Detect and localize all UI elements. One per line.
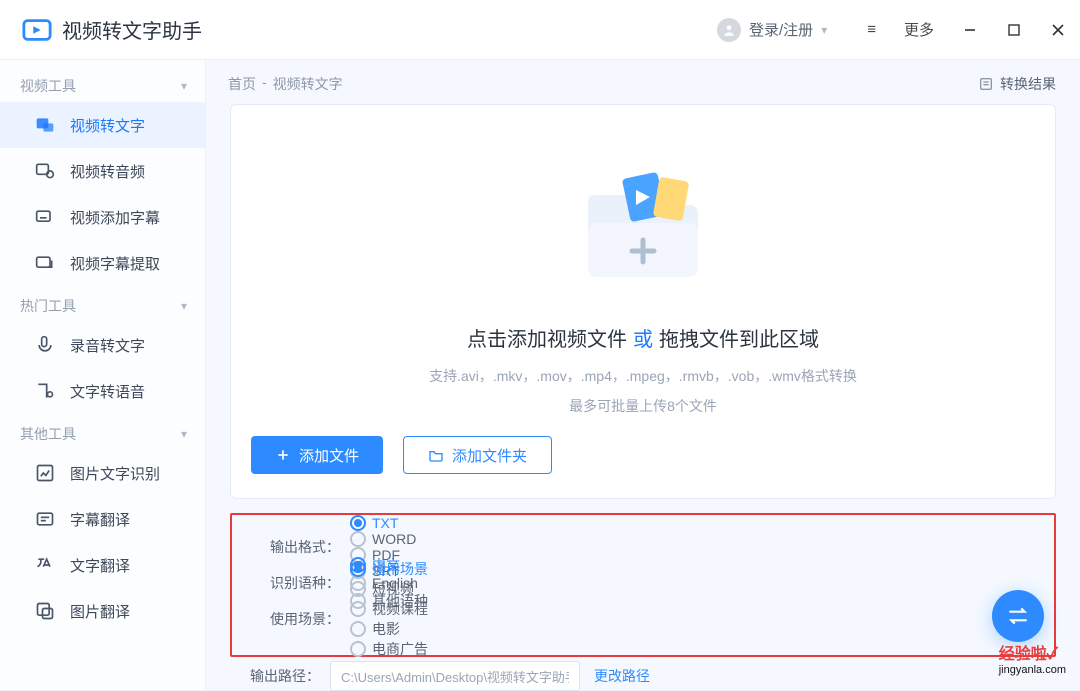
folder-icon — [428, 447, 444, 463]
convert-icon — [1005, 603, 1031, 629]
supported-formats: 支持.avi，.mkv，.mov，.mp4，.mpeg，.rmvb，.vob，.… — [429, 366, 857, 386]
scene-row: 使用场景： 通用场景短视频视频课程电影电商广告新闻报道 — [250, 601, 1036, 637]
sidebar-item-text-translate[interactable]: 文字翻译 — [0, 542, 205, 588]
radio-scene-0[interactable]: 通用场景 — [350, 559, 428, 579]
add-file-button[interactable]: 添加文件 — [251, 436, 383, 474]
chevron-down-icon: ▾ — [181, 79, 187, 93]
translate-icon — [34, 554, 56, 576]
sidebar-item-audio-to-text[interactable]: 录音转文字 — [0, 322, 205, 368]
login-label: 登录/注册 — [749, 19, 813, 40]
close-button[interactable] — [1050, 22, 1066, 38]
user-avatar-icon — [717, 18, 741, 42]
sidebar-item-image-translate[interactable]: 图片翻译 — [0, 588, 205, 634]
breadcrumb-home[interactable]: 首页 — [228, 74, 256, 94]
subtitle-add-icon — [34, 206, 56, 228]
sidebar-section-hot[interactable]: 热门工具▾ — [0, 286, 205, 322]
login-link[interactable]: 登录/注册 ▾ — [717, 18, 827, 42]
sidebar-item-text-to-speech[interactable]: 文字转语音 — [0, 368, 205, 414]
chevron-down-icon: ▾ — [181, 299, 187, 313]
hamburger-icon[interactable]: ≡ — [867, 21, 876, 38]
plus-icon — [275, 447, 291, 463]
ocr-icon — [34, 462, 56, 484]
sidebar-item-ocr[interactable]: 图片文字识别 — [0, 450, 205, 496]
output-path-input[interactable] — [330, 661, 580, 691]
add-folder-button[interactable]: 添加文件夹 — [403, 436, 552, 474]
convert-fab[interactable] — [992, 590, 1044, 642]
breadcrumb-current: 视频转文字 — [273, 74, 343, 94]
list-icon — [978, 76, 994, 92]
result-link[interactable]: 转换结果 — [978, 74, 1056, 94]
change-path-link[interactable]: 更改路径 — [594, 666, 650, 686]
max-files: 最多可批量上传8个文件 — [569, 396, 717, 416]
main-panel: 首页 - 视频转文字 转换结果 — [206, 60, 1080, 690]
radio-scene-1[interactable]: 短视频 — [350, 579, 428, 599]
radio-scene-2[interactable]: 视频课程 — [350, 599, 428, 619]
subtitle-extract-icon — [34, 252, 56, 274]
sidebar-item-video-to-audio[interactable]: 视频转音频 — [0, 148, 205, 194]
watermark: 经验啦✓ jingyanla.com — [999, 640, 1066, 676]
titlebar: 视频转文字助手 登录/注册 ▾ ≡ 更多 — [0, 0, 1080, 60]
image-translate-icon — [34, 600, 56, 622]
subtitle-translate-icon — [34, 508, 56, 530]
sidebar-section-video[interactable]: 视频工具▾ — [0, 66, 205, 102]
app-title: 视频转文字助手 — [62, 15, 202, 44]
minimize-button[interactable] — [962, 22, 978, 38]
video-text-icon — [34, 114, 56, 136]
tts-icon — [34, 380, 56, 402]
drop-area[interactable]: 点击添加视频文件或拖拽文件到此区域 支持.avi，.mkv，.mov，.mp4，… — [230, 104, 1056, 499]
radio-scene-3[interactable]: 电影 — [350, 619, 428, 639]
settings-panel: 输出格式： TXTWORDPDFSRT 识别语种： 中文English其他语种 … — [230, 513, 1056, 657]
radio-format-1[interactable]: WORD — [350, 531, 416, 547]
sidebar-item-add-subtitle[interactable]: 视频添加字幕 — [0, 194, 205, 240]
output-path-row: 输出路径： 更改路径 — [230, 661, 1056, 691]
video-audio-icon — [34, 160, 56, 182]
radio-format-0[interactable]: TXT — [350, 515, 416, 531]
sidebar-item-video-to-text[interactable]: 视频转文字 — [0, 102, 205, 148]
sidebar-item-extract-subtitle[interactable]: 视频字幕提取 — [0, 240, 205, 286]
sidebar: 视频工具▾ 视频转文字 视频转音频 视频添加字幕 视频字幕提取 热门工具▾ 录音… — [0, 60, 206, 690]
sidebar-section-other[interactable]: 其他工具▾ — [0, 414, 205, 450]
radio-scene-4[interactable]: 电商广告 — [350, 639, 428, 659]
more-label[interactable]: 更多 — [904, 19, 934, 40]
chevron-down-icon: ▾ — [181, 427, 187, 441]
drop-instruction: 点击添加视频文件或拖拽文件到此区域 — [467, 323, 819, 352]
chevron-down-icon: ▾ — [821, 23, 827, 37]
mic-text-icon — [34, 334, 56, 356]
folder-illustration — [558, 125, 728, 315]
sidebar-item-subtitle-translate[interactable]: 字幕翻译 — [0, 496, 205, 542]
maximize-button[interactable] — [1006, 22, 1022, 38]
app-logo — [22, 15, 52, 45]
breadcrumb: 首页 - 视频转文字 — [228, 74, 343, 94]
